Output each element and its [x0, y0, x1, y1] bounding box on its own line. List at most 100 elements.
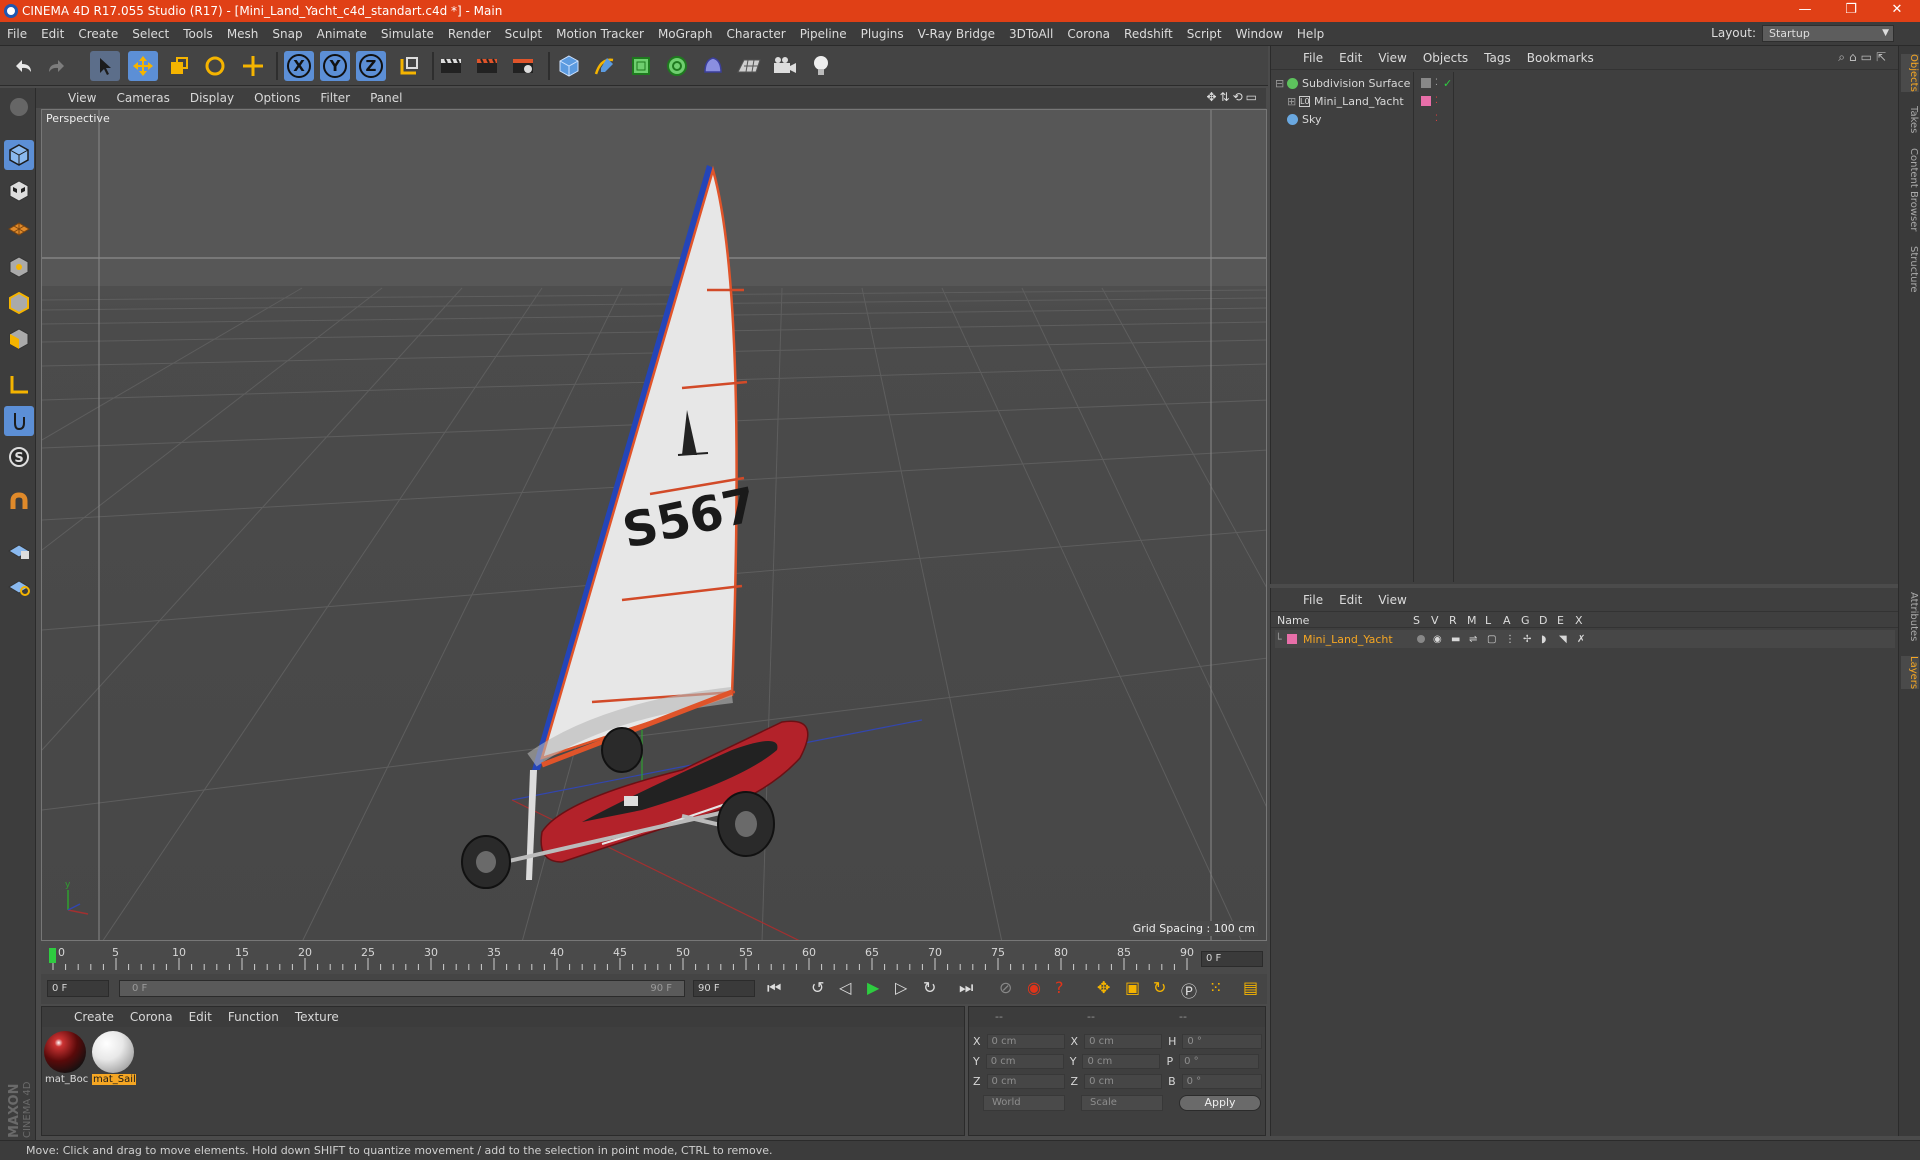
layer-xref-icon[interactable]: ✗ [1577, 634, 1585, 645]
coordinate-system-button[interactable] [394, 51, 424, 81]
menu-sculpt[interactable]: Sculpt [498, 27, 549, 41]
axis-mode-button[interactable] [4, 370, 34, 400]
cube-primitive-button[interactable] [554, 51, 584, 81]
menu-tools[interactable]: Tools [176, 27, 220, 41]
object-row-subdivision[interactable]: ⊟ Subdivision Surface ⁚ ✓ [1275, 74, 1895, 92]
material-menu-function[interactable]: Function [220, 1010, 287, 1024]
material-swatch-sail[interactable]: mat_Sail [92, 1031, 136, 1089]
menu-create[interactable]: Create [71, 27, 125, 41]
layer-lock-icon[interactable]: ▢ [1487, 634, 1496, 645]
om-menu-view[interactable]: View [1370, 51, 1414, 65]
rotation-p-field[interactable]: 0 ° [1179, 1053, 1260, 1069]
make-editable-button[interactable] [4, 92, 34, 122]
preview-range-slider[interactable]: 0 F 90 F [119, 980, 685, 997]
layer-row[interactable]: └ Mini_Land_Yacht ◉ ▬ ⇌ ▢ ⋮ ✢ ◗ ◥ ✗ [1275, 630, 1895, 648]
record-active-keys-icon[interactable]: ◉ [1027, 978, 1041, 997]
om-menu-objects[interactable]: Objects [1415, 51, 1476, 65]
cloner-button[interactable] [662, 51, 692, 81]
layer-render-icon[interactable]: ▬ [1451, 634, 1460, 645]
tab-structure[interactable]: Structure [1901, 246, 1919, 293]
lm-menu-file[interactable]: File [1295, 593, 1331, 607]
om-menu-file[interactable]: File [1295, 51, 1331, 65]
menu-mograph[interactable]: MoGraph [651, 27, 720, 41]
viewport-menu-filter[interactable]: Filter [310, 91, 360, 105]
key-rotation-icon[interactable]: ↻ [1153, 978, 1166, 997]
rotation-b-field[interactable]: 0 ° [1181, 1073, 1262, 1089]
position-y-field[interactable]: 0 cm [985, 1053, 1064, 1069]
redo-button[interactable] [42, 51, 72, 81]
key-parameter-icon[interactable]: Ⓟ [1181, 978, 1197, 1002]
layer-solo-icon[interactable] [1417, 635, 1425, 643]
viewport-nav-icons[interactable]: ✥⇅⟲▭ [1206, 90, 1260, 104]
select-tool-button[interactable] [90, 51, 120, 81]
rotation-h-field[interactable]: 0 ° [1182, 1033, 1263, 1049]
world-dropdown[interactable]: World [983, 1095, 1065, 1111]
layer-expressions-icon[interactable]: ◥ [1559, 634, 1567, 645]
key-pla-icon[interactable]: ⁙ [1209, 978, 1222, 997]
deformer-button[interactable] [698, 51, 728, 81]
visibility-dots-icon[interactable]: ⁚ [1435, 78, 1438, 88]
spline-pen-button[interactable] [590, 51, 620, 81]
go-to-start-icon[interactable]: ⏮ [767, 978, 781, 998]
model-mode-button[interactable] [4, 140, 34, 170]
render-settings-button[interactable] [508, 51, 538, 81]
material-menu-texture[interactable]: Texture [287, 1010, 347, 1024]
layer-manager-icon[interactable]: ⇌ [1469, 634, 1477, 645]
next-frame-icon[interactable]: ▷ [895, 978, 907, 997]
viewport-menu-panel[interactable]: Panel [360, 91, 412, 105]
menu-mesh[interactable]: Mesh [220, 27, 266, 41]
size-x-field[interactable]: 0 cm [1084, 1033, 1163, 1049]
menu-vray-bridge[interactable]: V-Ray Bridge [911, 27, 1002, 41]
texture-mode-button[interactable] [4, 176, 34, 206]
timeline-ruler[interactable]: 0 5 10 15 20 25 30 35 40 45 50 55 60 65 … [41, 944, 1267, 974]
material-menu-corona[interactable]: Corona [122, 1010, 181, 1024]
points-mode-button[interactable] [4, 252, 34, 282]
go-to-end-icon[interactable]: ⏭ [959, 978, 973, 998]
floor-button[interactable] [734, 51, 764, 81]
menu-animate[interactable]: Animate [310, 27, 374, 41]
menu-file[interactable]: File [0, 27, 34, 41]
object-row-land-yacht[interactable]: ⊞ L0 Mini_Land_Yacht ⁚ [1275, 92, 1895, 110]
render-view-button[interactable] [436, 51, 466, 81]
size-z-field[interactable]: 0 cm [1084, 1073, 1163, 1089]
lm-menu-edit[interactable]: Edit [1331, 593, 1370, 607]
material-swatch-body[interactable]: mat_Boc [44, 1031, 88, 1089]
menu-plugins[interactable]: Plugins [854, 27, 911, 41]
play-icon[interactable]: ▶ [867, 978, 879, 997]
apply-button[interactable]: Apply [1179, 1095, 1261, 1111]
workplane-axis-button[interactable] [4, 570, 34, 600]
position-z-field[interactable]: 0 cm [986, 1073, 1065, 1089]
undo-button[interactable] [8, 51, 38, 81]
tree-expand-icon[interactable]: ⊞ [1287, 95, 1297, 108]
magnet-tool-button[interactable] [4, 488, 34, 518]
minimize-button[interactable]: — [1782, 0, 1828, 22]
menu-script[interactable]: Script [1180, 27, 1229, 41]
size-y-field[interactable]: 0 cm [1082, 1053, 1161, 1069]
scale-dropdown[interactable]: Scale [1081, 1095, 1163, 1111]
live-selection-button[interactable] [238, 51, 268, 81]
menu-render[interactable]: Render [441, 27, 498, 41]
tab-objects[interactable]: Objects [1901, 54, 1919, 92]
end-frame-field[interactable]: 90 F [693, 980, 755, 997]
y-axis-lock-button[interactable]: Y [320, 51, 350, 81]
edges-mode-button[interactable] [4, 288, 34, 318]
previous-key-icon[interactable]: ↺ [811, 978, 824, 997]
visibility-dots-icon[interactable]: ⁚ [1435, 96, 1438, 106]
workplane-lock-button[interactable] [4, 534, 34, 564]
menu-motion-tracker[interactable]: Motion Tracker [549, 27, 651, 41]
z-axis-lock-button[interactable]: Z [356, 51, 386, 81]
render-to-picture-viewer-button[interactable] [472, 51, 502, 81]
subdivision-surface-button[interactable] [626, 51, 656, 81]
position-x-field[interactable]: 0 cm [986, 1033, 1065, 1049]
key-position-icon[interactable]: ✥ [1097, 978, 1110, 997]
x-axis-lock-button[interactable]: X [284, 51, 314, 81]
close-button[interactable]: ✕ [1874, 0, 1920, 22]
snap-button[interactable]: S [4, 442, 34, 472]
visibility-dots-icon[interactable]: ⁚ [1435, 114, 1438, 124]
viewport-menu-cameras[interactable]: Cameras [106, 91, 179, 105]
lm-menu-view[interactable]: View [1370, 593, 1414, 607]
3d-viewport[interactable]: S567 y Perspective Grid Spacing : 100 cm [41, 109, 1267, 941]
layer-generators-icon[interactable]: ✢ [1523, 634, 1531, 645]
material-menu-create[interactable]: Create [66, 1010, 122, 1024]
viewport-menu-view[interactable]: View [58, 91, 106, 105]
